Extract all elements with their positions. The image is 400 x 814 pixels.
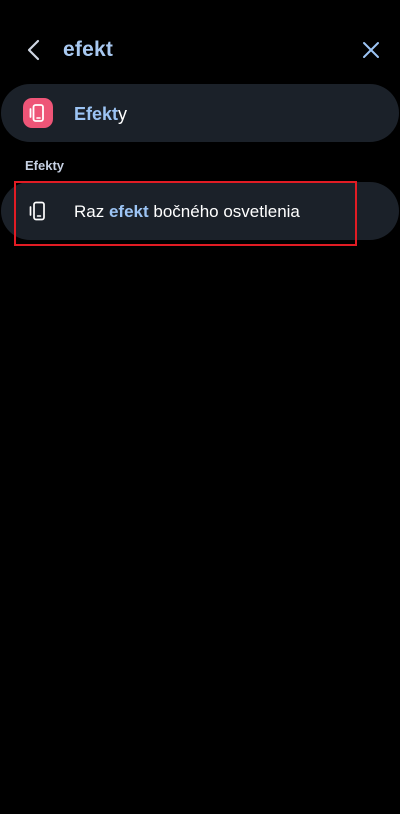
search-result-label: Raz efekt bočného osvetlenia bbox=[74, 201, 300, 223]
section-header: Efekty bbox=[25, 158, 65, 173]
search-result-edge-lighting-effect[interactable]: Raz efekt bočného osvetlenia bbox=[1, 182, 399, 240]
search-input[interactable]: efekt bbox=[63, 36, 113, 64]
edge-panel-icon bbox=[23, 98, 53, 128]
edge-panel-icon bbox=[25, 198, 51, 224]
query-highlight: efekt bbox=[108, 202, 149, 221]
search-result-edge-effects[interactable]: Efekty bbox=[1, 84, 399, 142]
back-button[interactable] bbox=[18, 34, 50, 66]
chevron-left-icon bbox=[27, 39, 40, 61]
label-prefix: Raz bbox=[74, 202, 109, 221]
label-suffix: bočného osvetlenia bbox=[148, 202, 300, 221]
close-icon bbox=[363, 42, 379, 58]
search-result-label: Efekty bbox=[74, 103, 127, 125]
label-rest: y bbox=[118, 104, 128, 124]
clear-search-button[interactable] bbox=[355, 34, 387, 66]
query-highlight: Efekt bbox=[74, 104, 119, 124]
